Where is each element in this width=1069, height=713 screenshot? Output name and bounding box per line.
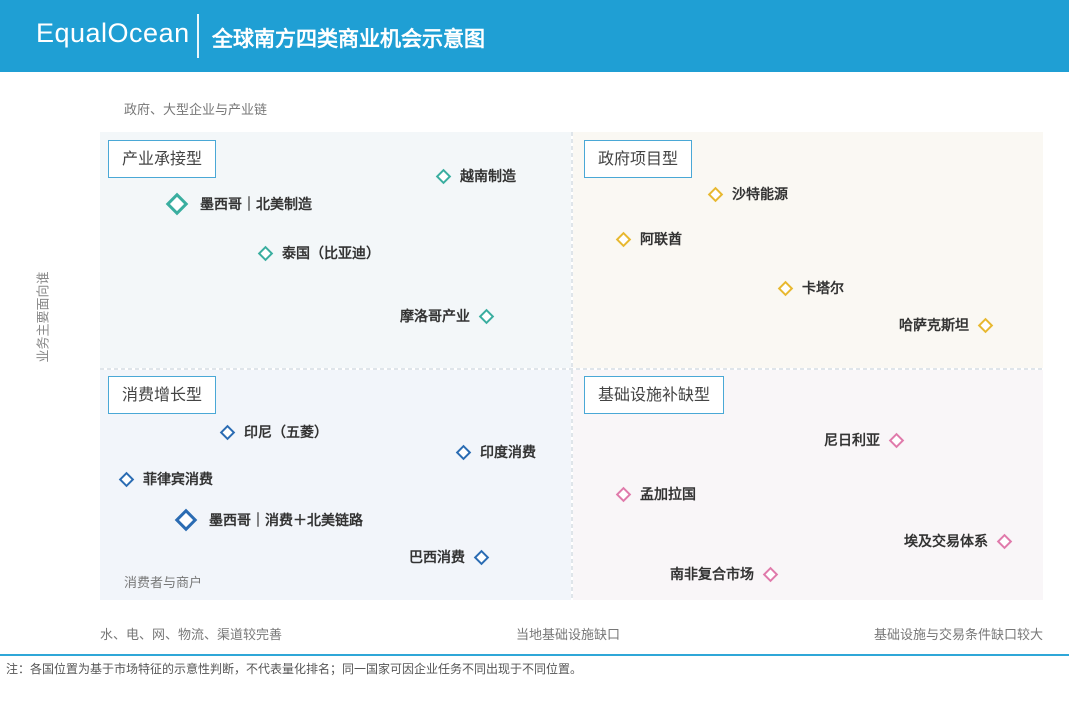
point-nigeria: 尼日利亚 [824, 430, 905, 450]
point-label: 巴西消费 [409, 550, 465, 566]
y-axis-title: 业务主要面向谁 [36, 271, 52, 363]
diamond-marker-icon [219, 424, 236, 440]
footer-divider [0, 654, 1069, 656]
point-philippines: 菲律宾消费 [118, 469, 213, 489]
point-thailand: 泰国（比亚迪） [257, 243, 380, 263]
point-mexico-manufacturing: 墨西哥｜北美制造 [165, 192, 312, 216]
point-label: 泰国（比亚迪） [282, 246, 380, 262]
diamond-marker-icon [118, 471, 135, 487]
diamond-marker-icon [165, 192, 189, 216]
point-brazil: 巴西消费 [409, 547, 490, 567]
x-axis-right-label: 基础设施与交易条件缺口较大 [873, 628, 1043, 643]
point-saudi: 沙特能源 [707, 184, 788, 204]
y-axis-top-label: 政府、大型企业与产业链 [124, 103, 268, 118]
point-india: 印度消费 [455, 442, 536, 462]
point-kazakhstan: 哈萨克斯坦 [899, 315, 994, 335]
diamond-marker-icon [777, 280, 794, 296]
diamond-marker-icon [977, 317, 994, 333]
point-label: 墨西哥｜北美制造 [200, 197, 312, 213]
page-title: 全球南方四类商业机会示意图 [212, 27, 485, 51]
diamond-marker-icon [257, 245, 274, 261]
diamond-marker-icon [473, 549, 490, 565]
diamond-marker-icon [435, 168, 452, 184]
point-label: 菲律宾消费 [143, 472, 213, 488]
diamond-marker-icon [478, 308, 495, 324]
point-uae: 阿联酋 [615, 229, 682, 249]
header-bar: EqualOcean 全球南方四类商业机会示意图 [0, 0, 1069, 72]
point-indonesia: 印尼（五菱） [219, 422, 328, 442]
point-vietnam: 越南制造 [435, 166, 516, 186]
y-axis-bottom-label: 消费者与商户 [124, 576, 203, 591]
point-label: 沙特能源 [732, 187, 788, 203]
footnote: 注：各国位置为基于市场特征的示意性判断，不代表量化排名；同一国家可因企业任务不同… [6, 662, 583, 676]
point-label: 卡塔尔 [802, 281, 844, 297]
point-label: 埃及交易体系 [904, 534, 988, 550]
diamond-marker-icon [174, 508, 198, 532]
point-qatar: 卡塔尔 [777, 278, 844, 298]
header-divider [197, 14, 199, 58]
diamond-marker-icon [762, 566, 779, 582]
diamond-marker-icon [615, 231, 632, 247]
equalocean-logo: EqualOcean [36, 18, 190, 48]
diamond-marker-icon [888, 432, 905, 448]
point-egypt: 埃及交易体系 [904, 531, 1013, 551]
point-label: 印度消费 [480, 445, 536, 461]
point-bangladesh: 孟加拉国 [615, 484, 696, 504]
diamond-marker-icon [455, 444, 472, 460]
point-label: 哈萨克斯坦 [899, 318, 969, 334]
quadrant-label-consumption: 消费增长型 [108, 376, 217, 414]
vertical-divider [571, 132, 573, 600]
x-axis-left-label: 水、电、网、物流、渠道较完善 [100, 628, 283, 643]
quadrant-label-government: 政府项目型 [584, 140, 693, 178]
point-mexico-consumer: 墨西哥｜消费＋北美链路 [174, 508, 363, 532]
point-label: 孟加拉国 [640, 487, 696, 503]
diamond-marker-icon [615, 486, 632, 502]
point-label: 印尼（五菱） [244, 425, 328, 441]
point-south-africa: 南非复合市场 [670, 564, 779, 584]
point-label: 南非复合市场 [670, 567, 754, 583]
quadrant-label-industrial: 产业承接型 [108, 140, 217, 178]
diamond-marker-icon [996, 533, 1013, 549]
point-label: 墨西哥｜消费＋北美链路 [209, 513, 363, 529]
point-morocco: 摩洛哥产业 [400, 306, 495, 326]
x-axis-title: 当地基础设施缺口 [516, 628, 621, 643]
quadrant-label-infrastructure: 基础设施补缺型 [584, 376, 725, 414]
horizontal-divider [100, 368, 1043, 370]
point-label: 尼日利亚 [824, 433, 880, 449]
point-label: 摩洛哥产业 [400, 309, 470, 325]
point-label: 越南制造 [460, 169, 516, 185]
diamond-marker-icon [707, 186, 724, 202]
point-label: 阿联酋 [640, 232, 682, 248]
